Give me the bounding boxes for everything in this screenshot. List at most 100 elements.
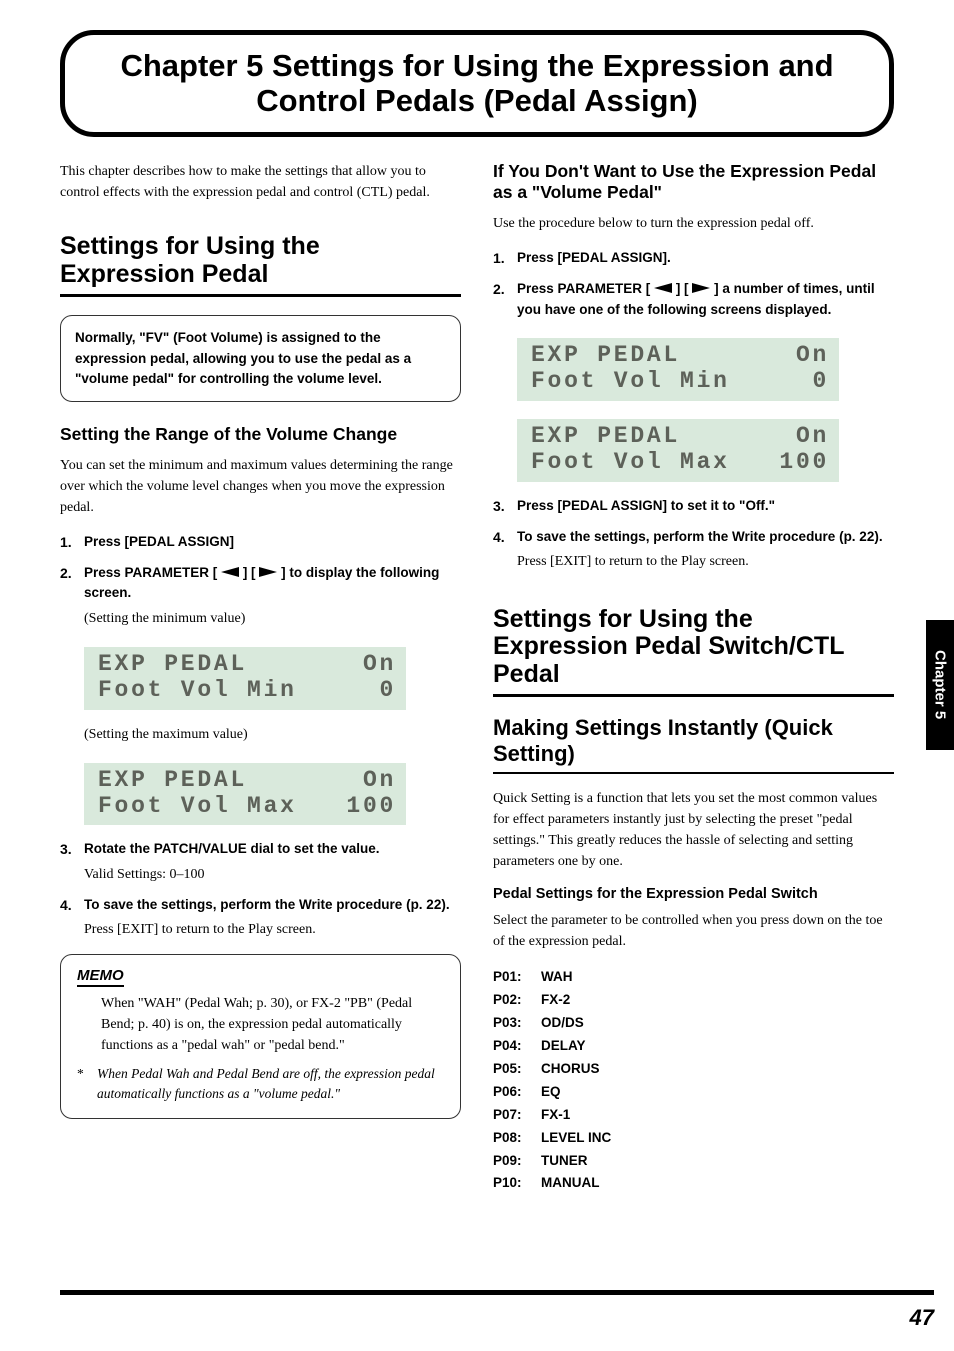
step-pre: Press PARAMETER [ — [84, 565, 217, 580]
step-number: 4. — [60, 895, 84, 916]
subsection-heading-range: Setting the Range of the Volume Change — [60, 424, 461, 445]
bracket-sep: ] [ — [243, 565, 260, 580]
memo-footnote: * When Pedal Wah and Pedal Bend are off,… — [77, 1064, 444, 1105]
lcd-display-max: EXP PEDAL OnFoot Vol Max 100 — [517, 419, 839, 482]
step-text: To save the settings, perform the Write … — [84, 895, 461, 940]
memo-body: When "WAH" (Pedal Wah; p. 30), or FX-2 "… — [77, 993, 444, 1056]
setting-max-label: (Setting the maximum value) — [60, 724, 461, 745]
page-number: 47 — [910, 1305, 934, 1331]
lcd-line: Foot Vol Min 0 — [531, 368, 829, 394]
pedal-key: P02: — [493, 989, 541, 1012]
pedal-value: MANUAL — [541, 1172, 600, 1195]
bracket-sep: ] [ — [676, 281, 693, 296]
lcd-display-min: EXP PEDAL OnFoot Vol Min 0 — [517, 338, 839, 401]
table-row: P01:WAH — [493, 966, 894, 989]
step-number: 3. — [60, 839, 84, 860]
footer-rule — [60, 1290, 934, 1295]
pedal-key: P01: — [493, 966, 541, 989]
lcd-line: Foot Vol Max 100 — [531, 449, 829, 475]
pedal-value: LEVEL INC — [541, 1127, 611, 1150]
pedal-value: TUNER — [541, 1150, 588, 1173]
pedal-key: P06: — [493, 1081, 541, 1104]
table-row: P10:MANUAL — [493, 1172, 894, 1195]
section-heading-expression-pedal: Settings for Using the Expression Pedal — [60, 233, 461, 288]
pedal-key: P05: — [493, 1058, 541, 1081]
intro-text: This chapter describes how to make the s… — [60, 161, 461, 203]
step-number: 4. — [493, 527, 517, 548]
steps-list-disable: 1. Press [PEDAL ASSIGN]. 2. Press PARAME… — [493, 248, 894, 320]
pedal-key: P08: — [493, 1127, 541, 1150]
memo-box: MEMO When "WAH" (Pedal Wah; p. 30), or F… — [60, 954, 461, 1120]
left-column: This chapter describes how to make the s… — [60, 161, 461, 1195]
lcd-line: Foot Vol Min 0 — [98, 677, 396, 703]
pedal-value: EQ — [541, 1081, 561, 1104]
lcd-line: EXP PEDAL On — [531, 342, 829, 368]
steps-list-range: 1. Press [PEDAL ASSIGN] 2. Press PARAMET… — [60, 532, 461, 629]
lcd-line: EXP PEDAL On — [531, 423, 829, 449]
heading-rule — [60, 294, 461, 297]
lcd-display-max: EXP PEDAL OnFoot Vol Max 100 — [84, 763, 406, 826]
subsection-heading-quick-setting: Making Settings Instantly (Quick Setting… — [493, 715, 894, 766]
step-number: 1. — [493, 248, 517, 269]
lcd-line: EXP PEDAL On — [98, 767, 396, 793]
step-text: Press [PEDAL ASSIGN]. — [517, 248, 894, 268]
table-row: P08:LEVEL INC — [493, 1127, 894, 1150]
chapter-title: Chapter 5 Settings for Using the Express… — [95, 49, 859, 118]
pedal-settings-table: P01:WAH P02:FX-2 P03:OD/DS P04:DELAY P05… — [493, 966, 894, 1195]
step-sub: Valid Settings: 0–100 — [84, 864, 461, 885]
step-number: 2. — [493, 279, 517, 300]
pedal-key: P09: — [493, 1150, 541, 1173]
pedal-value: WAH — [541, 966, 573, 989]
table-row: P06:EQ — [493, 1081, 894, 1104]
triangle-left-icon — [221, 567, 239, 577]
pedal-settings-body: Select the parameter to be controlled wh… — [493, 910, 894, 952]
lcd-line: EXP PEDAL On — [98, 651, 396, 677]
step-pre: Press PARAMETER [ — [517, 281, 650, 296]
step-number: 2. — [60, 563, 84, 584]
step-main: To save the settings, perform the Write … — [517, 529, 883, 544]
pedal-value: FX-1 — [541, 1104, 570, 1127]
pedal-key: P04: — [493, 1035, 541, 1058]
step-sub: Press [EXIT] to return to the Play scree… — [517, 551, 894, 572]
triangle-right-icon — [259, 567, 277, 577]
pedal-key: P07: — [493, 1104, 541, 1127]
table-row: P09:TUNER — [493, 1150, 894, 1173]
memo-label: MEMO — [77, 967, 124, 987]
step-number: 3. — [493, 496, 517, 517]
table-row: P02:FX-2 — [493, 989, 894, 1012]
step-sub: (Setting the minimum value) — [84, 608, 461, 629]
step-text: Rotate the PATCH/VALUE dial to set the v… — [84, 839, 461, 884]
table-row: P07:FX-1 — [493, 1104, 894, 1127]
asterisk-icon: * — [77, 1064, 97, 1105]
disable-body: Use the procedure below to turn the expr… — [493, 213, 894, 234]
step-main: Rotate the PATCH/VALUE dial to set the v… — [84, 841, 380, 856]
memo-footnote-text: When Pedal Wah and Pedal Bend are off, t… — [97, 1064, 444, 1105]
chapter-title-frame: Chapter 5 Settings for Using the Express… — [60, 30, 894, 137]
triangle-right-icon — [692, 283, 710, 293]
table-row: P03:OD/DS — [493, 1012, 894, 1035]
section-heading-switch-ctl: Settings for Using the Expression Pedal … — [493, 606, 894, 689]
chapter-thumb-tab: Chapter 5 — [926, 620, 954, 750]
quick-setting-body: Quick Setting is a function that lets yo… — [493, 788, 894, 872]
steps-list-range-2: 3. Rotate the PATCH/VALUE dial to set th… — [60, 839, 461, 940]
step-text: Press PARAMETER [ ] [ ] a number of time… — [517, 279, 894, 320]
pedal-key: P10: — [493, 1172, 541, 1195]
table-row: P04:DELAY — [493, 1035, 894, 1058]
pedal-key: P03: — [493, 1012, 541, 1035]
range-body: You can set the minimum and maximum valu… — [60, 455, 461, 518]
lcd-line: Foot Vol Max 100 — [98, 793, 396, 819]
right-column: If You Don't Want to Use the Expression … — [493, 161, 894, 1195]
step-number: 1. — [60, 532, 84, 553]
pedal-value: FX-2 — [541, 989, 570, 1012]
steps-list-disable-2: 3. Press [PEDAL ASSIGN] to set it to "Of… — [493, 496, 894, 572]
subsection-heading-disable-volume: If You Don't Want to Use the Expression … — [493, 161, 894, 203]
pedal-value: DELAY — [541, 1035, 586, 1058]
triangle-left-icon — [654, 283, 672, 293]
pedal-value: OD/DS — [541, 1012, 584, 1035]
step-text: Press PARAMETER [ ] [ ] to display the f… — [84, 563, 461, 629]
step-text: Press [PEDAL ASSIGN] to set it to "Off." — [517, 496, 894, 516]
heading-rule — [493, 694, 894, 697]
subheading-rule — [493, 772, 894, 774]
step-text: To save the settings, perform the Write … — [517, 527, 894, 572]
step-text: Press [PEDAL ASSIGN] — [84, 532, 461, 552]
